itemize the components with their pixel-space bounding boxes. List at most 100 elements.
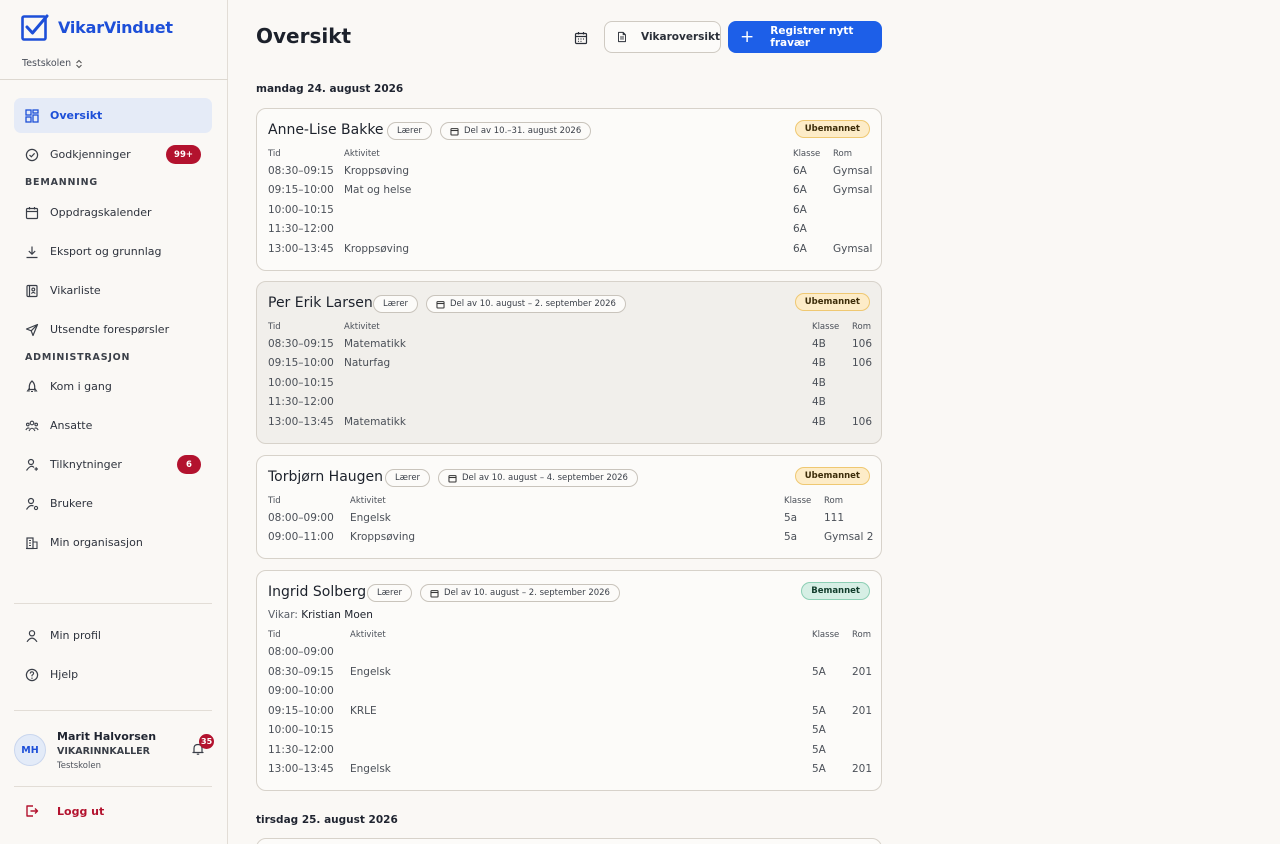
day-heading: mandag 24. august 2026 [256, 83, 404, 95]
time-cell: 09:00–10:00 [268, 685, 334, 697]
sidebar-item-get-started[interactable]: Kom i gang [14, 369, 212, 404]
col-header-time: Tid [268, 149, 281, 159]
dashboard-icon [25, 108, 39, 123]
class-cell: 6A [793, 243, 807, 255]
logout-label: Logg ut [57, 804, 105, 818]
class-cell: 6A [793, 204, 807, 216]
col-header-time: Tid [268, 496, 281, 506]
sidebar-item-overview[interactable]: Oversikt [14, 98, 212, 133]
sidebar-item-sent-requests[interactable]: Utsendte forespørsler [14, 312, 212, 347]
sidebar-item-my-organization[interactable]: Min organisasjon [14, 525, 212, 560]
absence-card[interactable]: Per Erik Larsen Lærer Del av 10. august … [256, 281, 882, 444]
sidebar-item-employees[interactable]: Ansatte [14, 408, 212, 443]
time-cell: 09:15–10:00 [268, 357, 334, 369]
sidebar-divider [14, 710, 212, 711]
sidebar-item-approvals[interactable]: Godkjenninger 99+ [14, 137, 212, 172]
teacher-name: Per Erik Larsen [268, 295, 373, 311]
calendar-icon [574, 32, 588, 45]
col-header-room: Rom [852, 630, 872, 640]
sidebar-item-users[interactable]: Brukere [14, 486, 212, 521]
absence-card[interactable]: Torbjørn Haugen Lærer Del av 10. august … [256, 455, 882, 559]
sidebar-item-assignment-calendar[interactable]: Oppdragskalender [14, 195, 212, 230]
sidebar-item-label: Hjelp [50, 668, 79, 681]
day-heading: tirsdag 25. august 2026 [256, 814, 398, 826]
rocket-icon [26, 379, 38, 392]
logout-button[interactable]: Logg ut [25, 804, 104, 818]
sidebar-divider [0, 79, 228, 80]
approvals-count-badge: 99+ [166, 145, 201, 164]
absence-card[interactable] [256, 838, 882, 844]
calendar-icon [430, 589, 439, 598]
period-pill: Del av 10. august – 4. september 2026 [438, 469, 638, 487]
activity-cell: KRLE [350, 705, 377, 717]
class-cell: 4B [812, 377, 826, 389]
time-cell: 10:00–10:15 [268, 377, 334, 389]
user-name: Marit Halvorsen [57, 730, 157, 743]
room-cell: 106 [852, 338, 873, 350]
activity-cell: Engelsk [350, 512, 391, 524]
sidebar-item-label: Utsendte forespørsler [50, 323, 170, 336]
class-cell: 5A [812, 666, 826, 678]
col-header-class: Klasse [812, 630, 840, 640]
room-cell: Gymsal [833, 184, 873, 196]
room-cell: 111 [824, 512, 845, 524]
sidebar-item-sub-list[interactable]: Vikarliste [14, 273, 212, 308]
send-icon [25, 323, 39, 336]
logo-checkbox-icon [21, 14, 49, 41]
col-header-room: Rom [852, 322, 872, 332]
sidebar-item-affiliations[interactable]: Tilknytninger 6 [14, 447, 212, 482]
col-header-class: Klasse [784, 496, 812, 506]
calendar-icon [25, 206, 39, 219]
time-cell: 11:30–12:00 [268, 744, 334, 756]
logout-icon [26, 805, 39, 817]
room-cell: 201 [852, 705, 873, 717]
room-cell: Gymsal 2 [824, 531, 874, 543]
sidebar: VikarVinduet Testskolen Oversikt Godkjen… [0, 0, 228, 844]
room-cell: 201 [852, 666, 873, 678]
class-cell: 4B [812, 396, 826, 408]
class-cell: 4B [812, 357, 826, 369]
sidebar-item-my-profile[interactable]: Min profil [14, 618, 212, 653]
user-link-icon [26, 458, 38, 471]
school-switcher[interactable]: Testskolen [22, 58, 83, 69]
col-header-activity: Aktivitet [344, 149, 380, 159]
absence-card[interactable]: Ingrid Solberg Lærer Del av 10. august –… [256, 570, 882, 791]
sidebar-item-label: Ansatte [50, 419, 93, 432]
role-pill: Lærer [367, 584, 412, 602]
class-cell: 6A [793, 165, 807, 177]
col-header-room: Rom [824, 496, 844, 506]
activity-cell: Engelsk [350, 763, 391, 775]
assigned-substitute: Vikar: Kristian Moen [268, 609, 373, 621]
col-header-time: Tid [268, 630, 281, 640]
class-cell: 5a [784, 512, 798, 524]
absence-card[interactable]: Anne-Lise Bakke Lærer Del av 10.–31. aug… [256, 108, 882, 271]
col-header-room: Rom [833, 149, 853, 159]
calendar-icon [450, 127, 459, 136]
plus-icon: + [740, 26, 755, 47]
app-logo[interactable]: VikarVinduet [21, 13, 173, 41]
sidebar-item-label: Oversikt [50, 109, 103, 122]
activity-cell: Matematikk [344, 338, 406, 350]
register-absence-button[interactable]: + Registrer nytt fravær [728, 21, 882, 53]
teacher-name: Ingrid Solberg [268, 584, 367, 600]
period-text: Del av 10. august – 4. september 2026 [462, 473, 628, 483]
activity-cell: Matematikk [344, 416, 406, 428]
avatar[interactable]: MH [14, 734, 46, 766]
activity-cell: Kroppsøving [344, 243, 410, 255]
check-circle-icon [25, 148, 39, 161]
sidebar-item-help[interactable]: Hjelp [14, 657, 212, 692]
school-name: Testskolen [22, 58, 72, 69]
sidebar-item-export[interactable]: Eksport og grunnlag [14, 234, 212, 269]
period-pill: Del av 10.–31. august 2026 [440, 122, 592, 140]
time-cell: 13:00–13:45 [268, 416, 334, 428]
room-cell: Gymsal [833, 243, 873, 255]
class-cell: 5A [812, 724, 826, 736]
user-icon [26, 629, 38, 642]
affiliations-count-badge: 6 [177, 455, 201, 474]
user-settings-icon [25, 497, 39, 510]
calendar-button[interactable] [570, 27, 592, 49]
room-cell: Gymsal [833, 165, 873, 177]
sub-overview-button[interactable]: Vikaroversikt [604, 21, 721, 53]
chevron-up-down-icon [76, 59, 83, 68]
calendar-icon [448, 474, 457, 483]
